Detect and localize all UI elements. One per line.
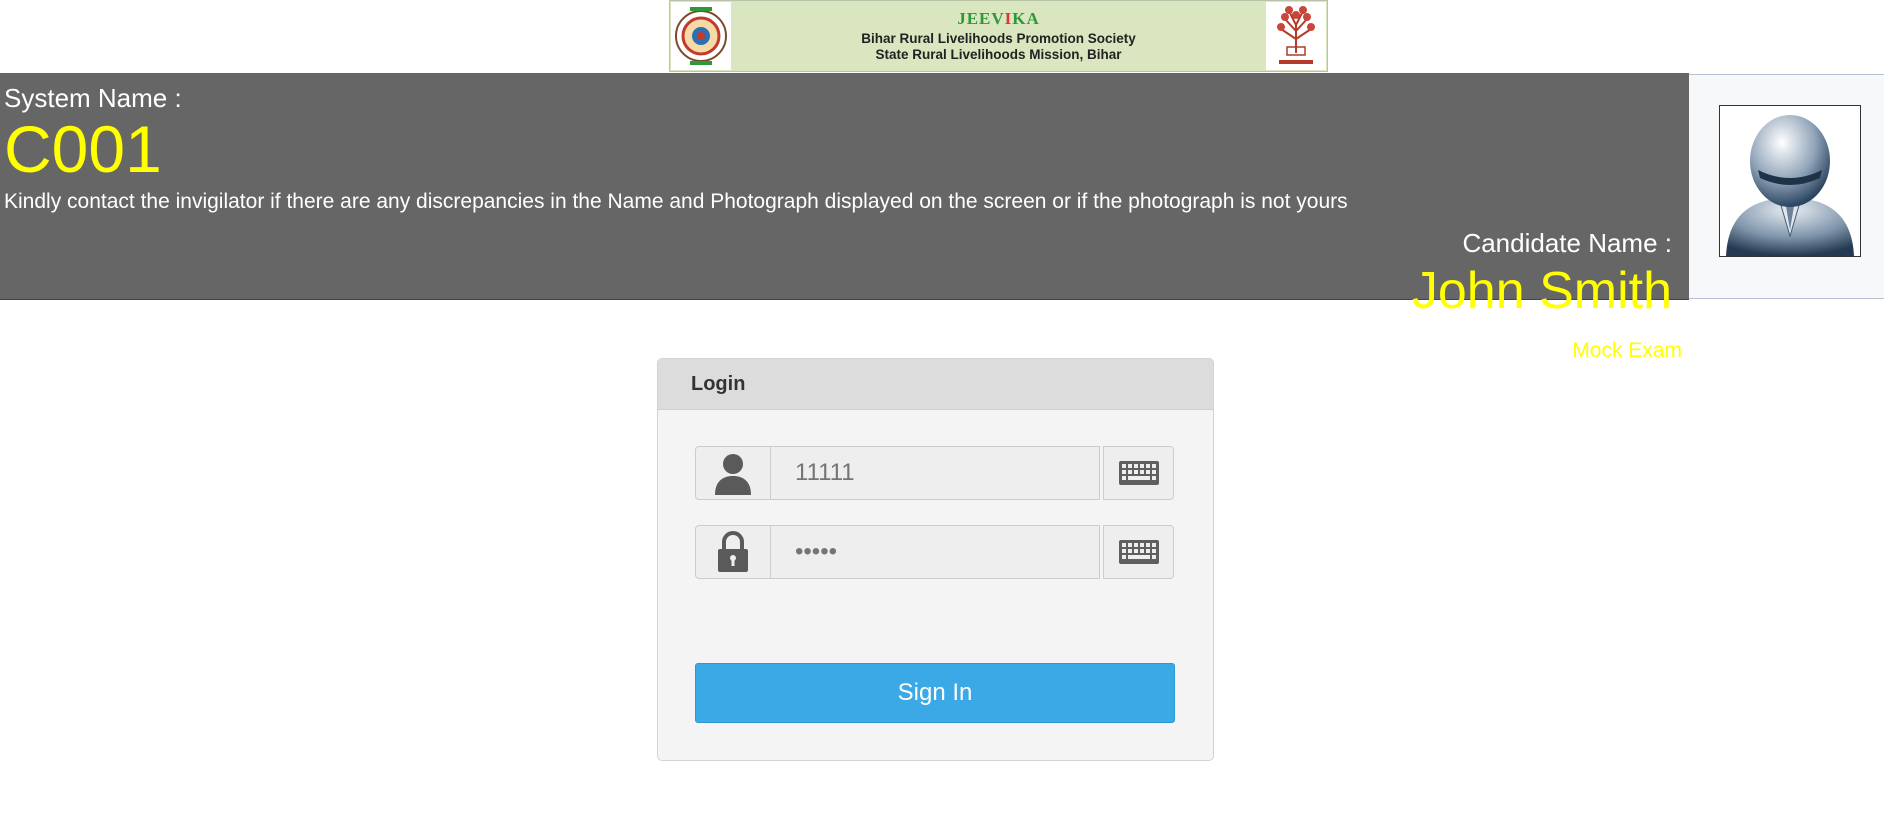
banner-title: JEEVIKA [957,9,1040,28]
banner-line-1: Bihar Rural Livelihoods Promotion Societ… [861,31,1136,46]
system-name-value: C001 [4,112,162,186]
lock-icon [695,525,771,579]
jeevika-logo [671,2,731,70]
candidate-info-header: System Name : C001 Kindly contact the in… [0,73,1689,320]
candidate-name-label: Candidate Name : [1462,228,1672,258]
organization-banner: JEEVIKA Bihar Rural Livelihoods Promotio… [669,0,1328,72]
system-name-label: System Name : [4,83,182,113]
user-icon [695,446,771,500]
banner-line-2: State Rural Livelihoods Mission, Bihar [875,47,1122,62]
keyboard-icon [1118,540,1159,564]
sign-in-button[interactable]: Sign In [695,663,1175,723]
username-input[interactable] [770,446,1100,500]
password-keyboard-button[interactable] [1103,525,1174,579]
username-keyboard-button[interactable] [1103,446,1174,500]
login-heading: Login [691,373,746,395]
invigilator-notice: Kindly contact the invigilator if there … [4,190,1348,213]
login-header: Login [658,359,1213,410]
login-panel: Login 11111 Sign In [657,358,1214,761]
candidate-name-value: John Smith [1411,262,1672,320]
username-field-group [695,446,1174,500]
bihar-emblem [1266,2,1326,70]
exam-name: Mock Exam [1572,339,1682,362]
password-input[interactable] [770,525,1100,579]
password-field-group [695,525,1174,579]
candidate-photo-panel [1689,74,1884,299]
avatar-icon [1726,115,1854,256]
candidate-photo [1719,105,1861,257]
keyboard-icon [1118,461,1159,485]
